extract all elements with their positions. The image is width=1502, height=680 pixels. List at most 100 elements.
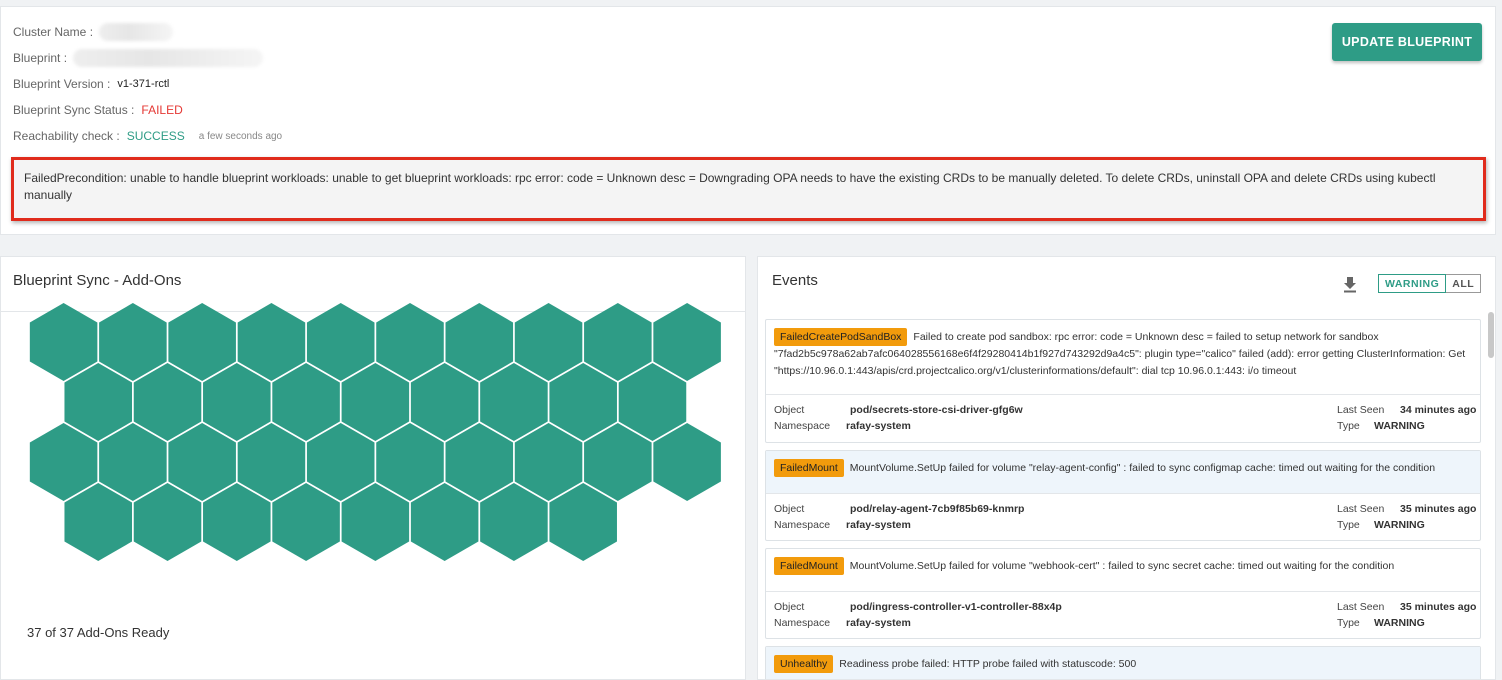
events-scrollbar[interactable] xyxy=(1488,312,1494,358)
addon-hexagon[interactable] xyxy=(376,303,444,381)
event-last-seen-value: 35 minutes ago xyxy=(1400,503,1477,515)
event-reason-badge: FailedCreatePodSandBox xyxy=(774,328,908,346)
cluster-info-card: Cluster Name : Blueprint : Blueprint Ver… xyxy=(0,6,1496,235)
event-object-label: Object xyxy=(774,404,805,416)
addon-hexagon[interactable] xyxy=(29,303,98,381)
addons-card: Blueprint Sync - Add-Ons 37 of 37 Add-On… xyxy=(0,256,746,680)
event-object-label: Object xyxy=(774,601,805,613)
event-type-value: WARNING xyxy=(1374,519,1425,531)
update-blueprint-button[interactable]: UPDATE BLUEPRINT xyxy=(1332,23,1482,61)
addons-ready-count: 37 of 37 Add-Ons Ready xyxy=(27,625,170,640)
filter-all-button[interactable]: ALL xyxy=(1446,274,1482,293)
event-last-seen-value: 35 minutes ago xyxy=(1400,601,1477,613)
event-message: MountVolume.SetUp failed for volume "web… xyxy=(849,560,1395,572)
reachability-label: Reachability check : xyxy=(13,129,120,143)
event-meta: Object pod/relay-agent-7cb9f85b69-knmrp … xyxy=(766,493,1480,541)
addon-hexagon[interactable] xyxy=(168,303,236,381)
addon-hexagon[interactable] xyxy=(618,363,687,441)
blueprint-label: Blueprint : xyxy=(13,51,68,65)
event-reason-badge: Unhealthy xyxy=(774,655,834,673)
event-last-seen-value: 34 minutes ago xyxy=(1400,404,1477,416)
blueprint-version-row: Blueprint Version : v1-371-rctl xyxy=(13,76,169,92)
addon-hexagon[interactable] xyxy=(203,363,271,441)
addon-hexagon[interactable] xyxy=(480,363,548,441)
event-item: Unhealthy Readiness probe failed: HTTP pr… xyxy=(765,646,1481,679)
addon-hexagon[interactable] xyxy=(64,363,133,441)
event-reason-badge: FailedMount xyxy=(774,557,844,575)
event-item: FailedMount MountVolume.SetUp failed for … xyxy=(765,548,1481,639)
event-last-seen-label: Last Seen xyxy=(1337,601,1385,613)
event-header: FailedMount MountVolume.SetUp failed for … xyxy=(766,451,1480,493)
addon-hexagon[interactable] xyxy=(237,303,306,381)
addon-hexagon[interactable] xyxy=(237,423,306,501)
event-type-label: Type xyxy=(1337,420,1360,432)
error-message-box: FailedPrecondition: unable to handle blu… xyxy=(11,157,1486,221)
download-icon[interactable] xyxy=(1342,275,1358,293)
addon-hexagon[interactable] xyxy=(549,363,617,441)
cluster-name-label: Cluster Name : xyxy=(13,25,94,39)
event-namespace-label: Namespace xyxy=(774,519,831,531)
blueprint-row: Blueprint : xyxy=(13,49,264,67)
addon-hexagon[interactable] xyxy=(480,483,548,561)
addon-hexagon[interactable] xyxy=(514,423,583,501)
event-message: Readiness probe failed: HTTP probe faile… xyxy=(839,658,1137,670)
event-type-value: WARNING xyxy=(1374,420,1425,432)
addon-hexagon[interactable] xyxy=(306,303,375,381)
addon-hexagon[interactable] xyxy=(549,483,617,561)
event-meta: Object pod/secrets-store-csi-driver-gfg6… xyxy=(766,394,1480,442)
event-namespace-value: rafay-system xyxy=(846,420,911,432)
addon-hexagon[interactable] xyxy=(445,423,514,501)
event-type-label: Type xyxy=(1337,519,1360,531)
blueprint-redacted xyxy=(73,49,264,67)
event-filter-toggle: WARNING ALL xyxy=(1378,274,1482,293)
event-object-value: pod/relay-agent-7cb9f85b69-knmrp xyxy=(850,503,1025,515)
event-message: MountVolume.SetUp failed for volume "rel… xyxy=(849,462,1436,474)
event-namespace-value: rafay-system xyxy=(846,519,911,531)
addon-hexagon[interactable] xyxy=(306,423,375,501)
sync-status-value: FAILED xyxy=(141,103,183,117)
event-object-value: pod/secrets-store-csi-driver-gfg6w xyxy=(850,404,1023,416)
addon-hexagon[interactable] xyxy=(133,483,202,561)
addon-hexagon[interactable] xyxy=(29,423,98,501)
error-message: FailedPrecondition: unable to handle blu… xyxy=(24,171,1436,202)
events-card: Events WARNING ALL FailedCreatePodSandBo… xyxy=(757,256,1496,680)
event-last-seen-label: Last Seen xyxy=(1337,404,1385,416)
event-namespace-label: Namespace xyxy=(774,420,831,432)
event-type-label: Type xyxy=(1337,617,1360,629)
sync-status-row: Blueprint Sync Status : FAILED xyxy=(13,102,183,118)
cluster-name-redacted xyxy=(99,23,174,41)
addon-hexagon[interactable] xyxy=(584,303,652,381)
filter-warning-button[interactable]: WARNING xyxy=(1378,274,1447,293)
addon-hexagon[interactable] xyxy=(99,303,167,381)
event-item: FailedMount MountVolume.SetUp failed for … xyxy=(765,450,1481,541)
addon-hexagon[interactable] xyxy=(410,363,479,441)
sync-status-label: Blueprint Sync Status : xyxy=(13,103,135,117)
addon-hexagon[interactable] xyxy=(133,363,202,441)
addon-hexagon[interactable] xyxy=(376,423,444,501)
addon-hexagon[interactable] xyxy=(99,423,167,501)
event-type-value: WARNING xyxy=(1374,617,1425,629)
addon-hexagon[interactable] xyxy=(272,363,340,441)
addon-hexagon[interactable] xyxy=(584,423,652,501)
addon-hexagon[interactable] xyxy=(445,303,514,381)
event-last-seen-label: Last Seen xyxy=(1337,503,1385,515)
reachability-value: SUCCESS xyxy=(126,129,185,143)
addon-hexagon[interactable] xyxy=(168,423,236,501)
addon-hexagon[interactable] xyxy=(203,483,271,561)
reachability-row: Reachability check : SUCCESS a few secon… xyxy=(13,128,282,144)
events-title: Events xyxy=(772,272,818,289)
event-namespace-label: Namespace xyxy=(774,617,831,629)
addon-hexagon[interactable] xyxy=(341,363,410,441)
event-item: FailedCreatePodSandBox Failed to create p… xyxy=(765,319,1481,443)
addon-hexagon[interactable] xyxy=(410,483,479,561)
event-namespace-value: rafay-system xyxy=(846,617,911,629)
addon-hexagon[interactable] xyxy=(64,483,133,561)
addon-hexagon[interactable] xyxy=(653,303,721,381)
event-reason-badge: FailedMount xyxy=(774,459,844,477)
addon-hexagon[interactable] xyxy=(341,483,410,561)
reachability-time: a few seconds ago xyxy=(198,130,283,142)
addon-hexagon[interactable] xyxy=(272,483,340,561)
addon-hexagon[interactable] xyxy=(653,423,721,501)
addon-hexagon[interactable] xyxy=(514,303,583,381)
event-meta: Object pod/ingress-controller-v1-control… xyxy=(766,591,1480,639)
